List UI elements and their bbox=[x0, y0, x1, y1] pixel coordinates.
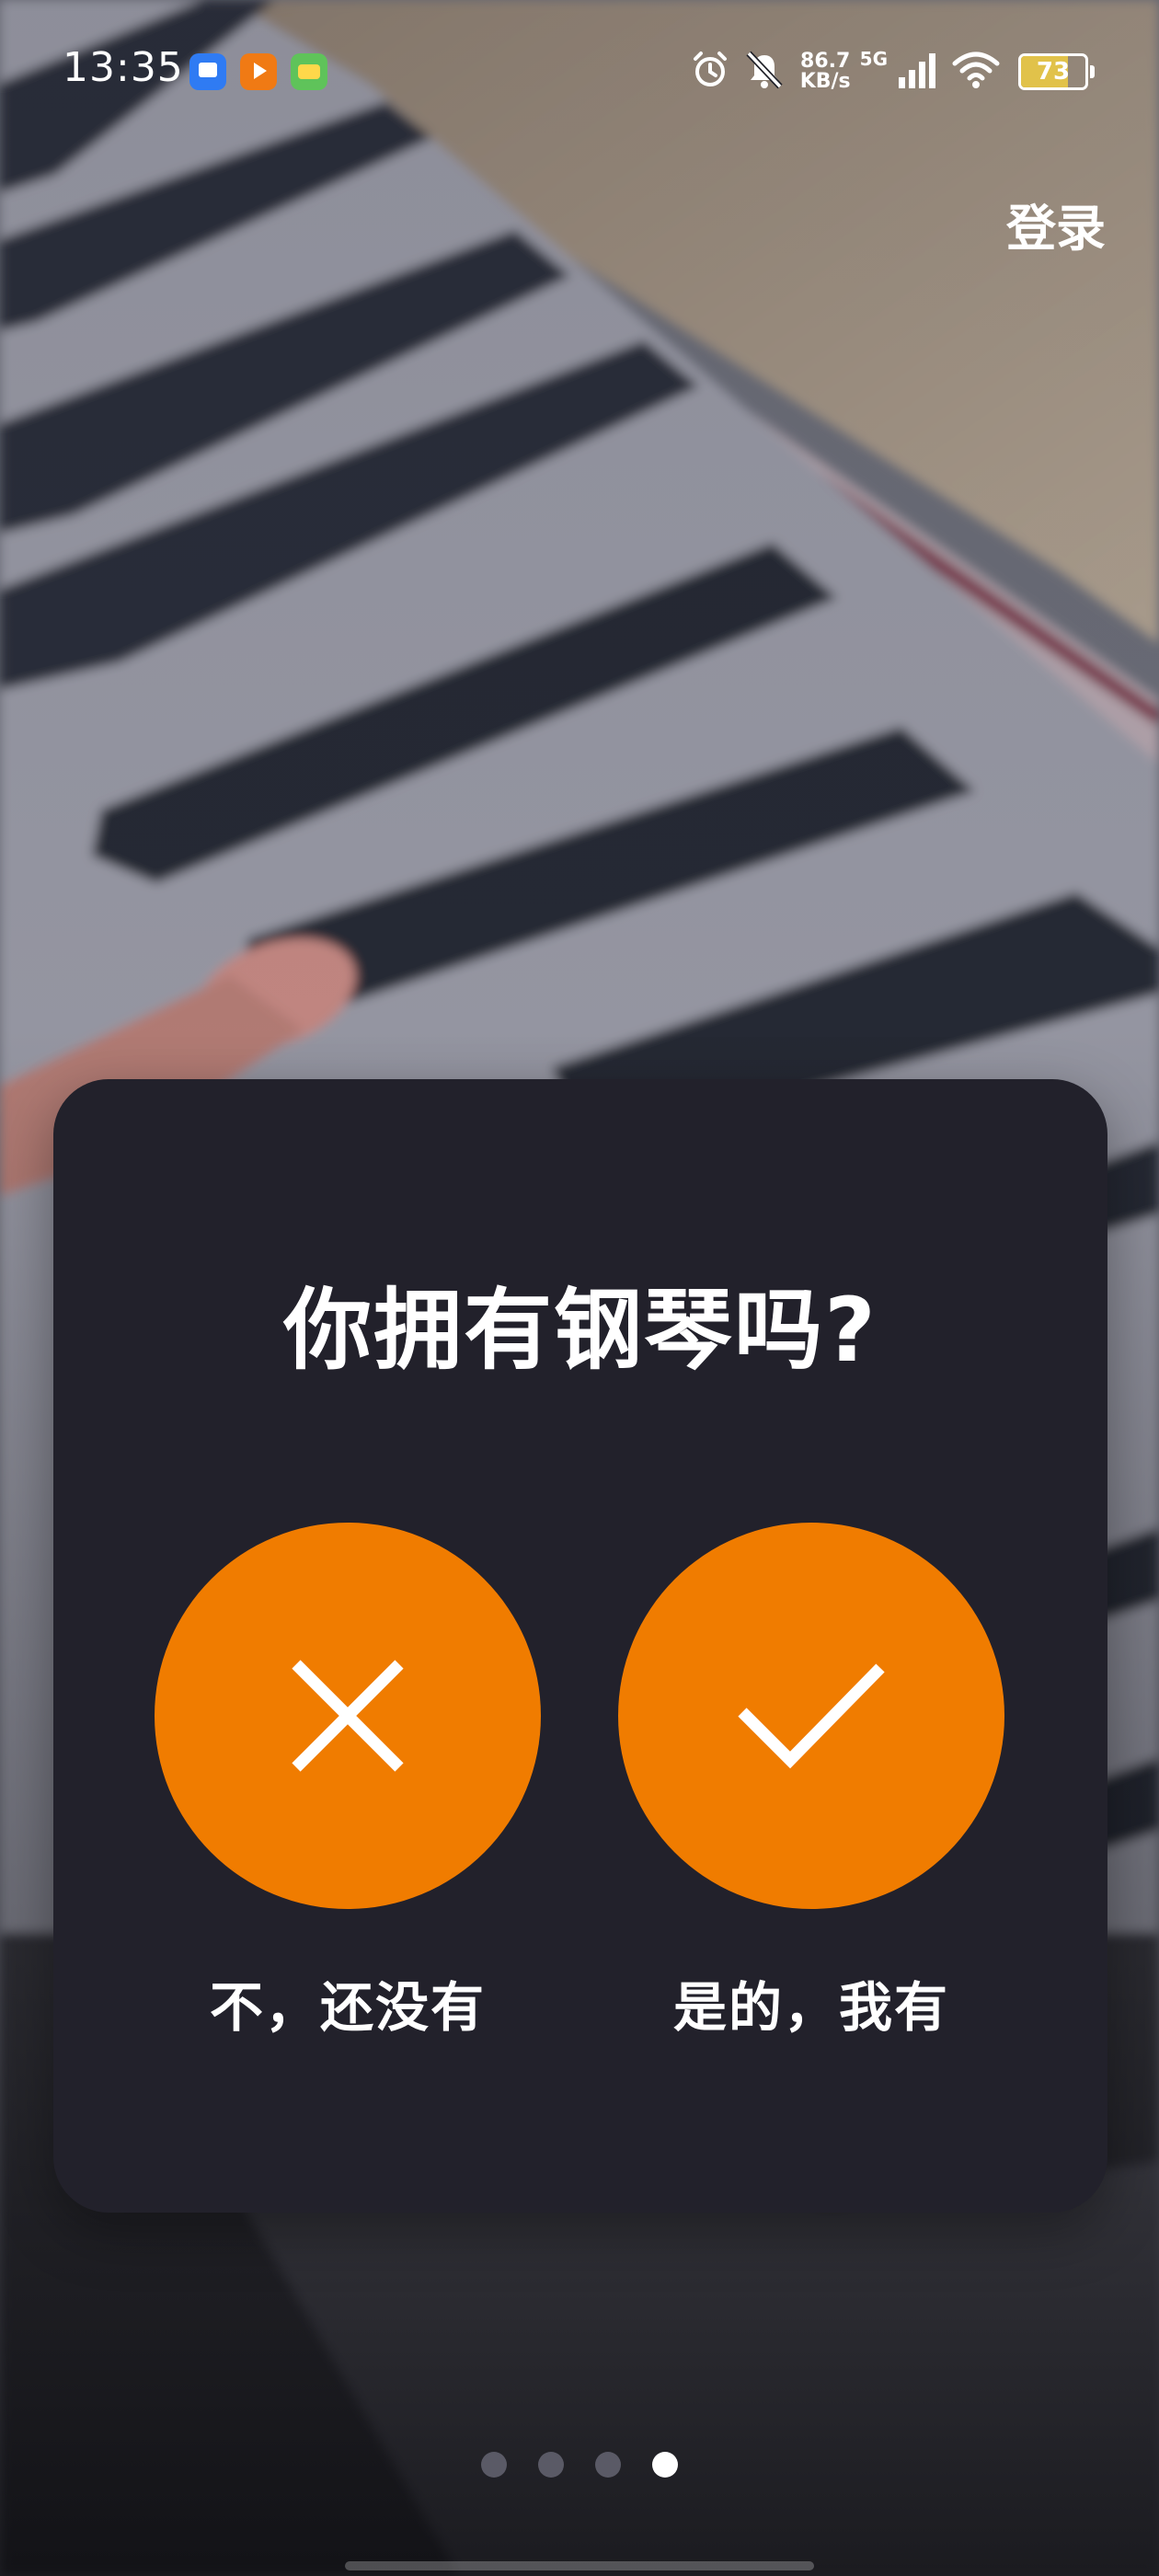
login-button[interactable]: 登录 bbox=[1006, 188, 1106, 260]
status-time: 13:35 bbox=[63, 44, 184, 91]
status-bar: 13:35 86.7 KB/s 5G 73 bbox=[0, 0, 1159, 138]
network-speed-value: 86.7 bbox=[800, 50, 851, 73]
battery-tip bbox=[1090, 65, 1095, 78]
network-type: 5G bbox=[859, 48, 888, 70]
page-indicator bbox=[0, 2452, 1159, 2478]
battery-level: 73 bbox=[1036, 58, 1071, 86]
page-dot[interactable] bbox=[595, 2452, 621, 2478]
game-app-icon bbox=[291, 53, 327, 90]
yes-label[interactable]: 是的，我有 bbox=[581, 1964, 1041, 2041]
close-icon bbox=[292, 1660, 404, 1772]
page-dot[interactable] bbox=[538, 2452, 564, 2478]
network-speed: 86.7 KB/s bbox=[800, 52, 851, 92]
battery-icon: 73 bbox=[1018, 53, 1088, 90]
piano-question-card: 你拥有钢琴吗? 不，还没有 是的，我有 bbox=[53, 1079, 1107, 2213]
page-dot[interactable] bbox=[652, 2452, 678, 2478]
mute-bell-icon bbox=[745, 50, 784, 94]
wifi-icon bbox=[952, 51, 1000, 93]
yes-option[interactable]: 是的，我有 bbox=[618, 1523, 1004, 2039]
page-dot[interactable] bbox=[481, 2452, 507, 2478]
home-indicator[interactable] bbox=[345, 2561, 814, 2570]
no-label[interactable]: 不，还没有 bbox=[118, 1964, 578, 2041]
network-speed-unit: KB/s bbox=[799, 70, 851, 93]
video-app-icon bbox=[240, 53, 277, 90]
yes-button[interactable] bbox=[618, 1523, 1004, 1909]
status-icons: 86.7 KB/s 5G 73 bbox=[683, 46, 1095, 98]
check-icon bbox=[738, 1663, 885, 1769]
alarm-icon bbox=[690, 50, 730, 94]
question-title: 你拥有钢琴吗? bbox=[283, 1279, 878, 1382]
no-button[interactable] bbox=[155, 1523, 541, 1909]
no-option[interactable]: 不，还没有 bbox=[155, 1523, 541, 2039]
signal-strength-icon bbox=[897, 52, 937, 92]
message-app-icon bbox=[189, 53, 226, 90]
